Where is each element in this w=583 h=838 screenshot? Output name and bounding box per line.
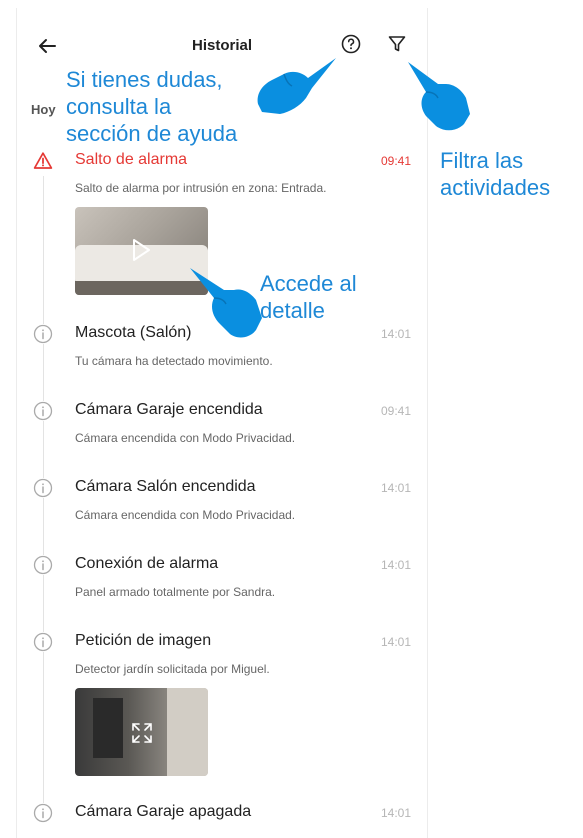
- event-time: 14:01: [380, 806, 411, 820]
- annotation-detail: Accede al detalle: [260, 270, 357, 324]
- annotation-filter-line-1: Filtra las: [440, 148, 524, 173]
- info-icon: [33, 632, 53, 652]
- thumbnail-scene: [93, 698, 123, 758]
- event-description: Cámara encendida con Modo Privacidad.: [75, 508, 296, 522]
- annotation-help-line-3: sección de ayuda: [66, 121, 238, 146]
- info-icon: [33, 478, 53, 498]
- event-description: Detector jardín solicitada por Miguel.: [75, 662, 270, 676]
- event-title: Cámara Salón encendida: [75, 478, 256, 495]
- event-description: Salto de alarma por intrusión en zona: E…: [75, 181, 327, 195]
- event-description: Tu cámara ha detectado movimiento.: [75, 354, 273, 368]
- alert-triangle-icon: [33, 151, 53, 171]
- event-time: 14:01: [380, 327, 411, 341]
- pointing-hand-icon: [190, 268, 262, 338]
- annotation-filter: Filtra las actividades: [440, 147, 550, 201]
- event-time: 14:01: [380, 481, 411, 495]
- event-time: 14:01: [380, 558, 411, 572]
- annotation-detail-line-1: Accede al: [260, 271, 357, 296]
- event-title: Conexión de alarma: [75, 555, 219, 572]
- annotation-help: Si tienes dudas, consulta la sección de …: [66, 66, 237, 147]
- event-title: Petición de imagen: [75, 632, 212, 649]
- thumbnail-wall: [167, 688, 208, 776]
- event-time: 14:01: [380, 635, 411, 649]
- event-title: Mascota (Salón): [75, 324, 192, 341]
- event-title: Salto de alarma: [75, 151, 188, 168]
- event-description: Panel armado totalmente por Sandra.: [75, 585, 276, 599]
- event-time: 09:41: [380, 154, 411, 168]
- annotation-help-line-2: consulta la: [66, 94, 172, 119]
- filter-icon[interactable]: [387, 34, 407, 54]
- play-icon: [133, 239, 150, 261]
- pointing-hand-icon: [408, 62, 470, 131]
- pointing-hand-icon: [257, 58, 336, 114]
- event-time: 09:41: [380, 404, 411, 418]
- image-thumbnail[interactable]: [75, 688, 208, 776]
- info-icon: [33, 324, 53, 344]
- info-icon: [33, 803, 53, 823]
- event-description: Cámara encendida con Modo Privacidad.: [75, 431, 296, 445]
- page-title: Historial: [191, 37, 252, 54]
- day-label: Hoy: [31, 102, 56, 117]
- annotation-filter-line-2: actividades: [440, 175, 551, 200]
- event-title: Cámara Garaje apagada: [75, 803, 252, 820]
- event-title: Cámara Garaje encendida: [75, 401, 263, 418]
- annotation-help-line-1: Si tienes dudas,: [66, 67, 223, 92]
- annotation-detail-line-2: detalle: [260, 298, 325, 323]
- info-icon: [33, 401, 53, 421]
- help-icon[interactable]: [341, 34, 361, 54]
- info-icon: [33, 555, 53, 575]
- expand-icon: [132, 723, 152, 743]
